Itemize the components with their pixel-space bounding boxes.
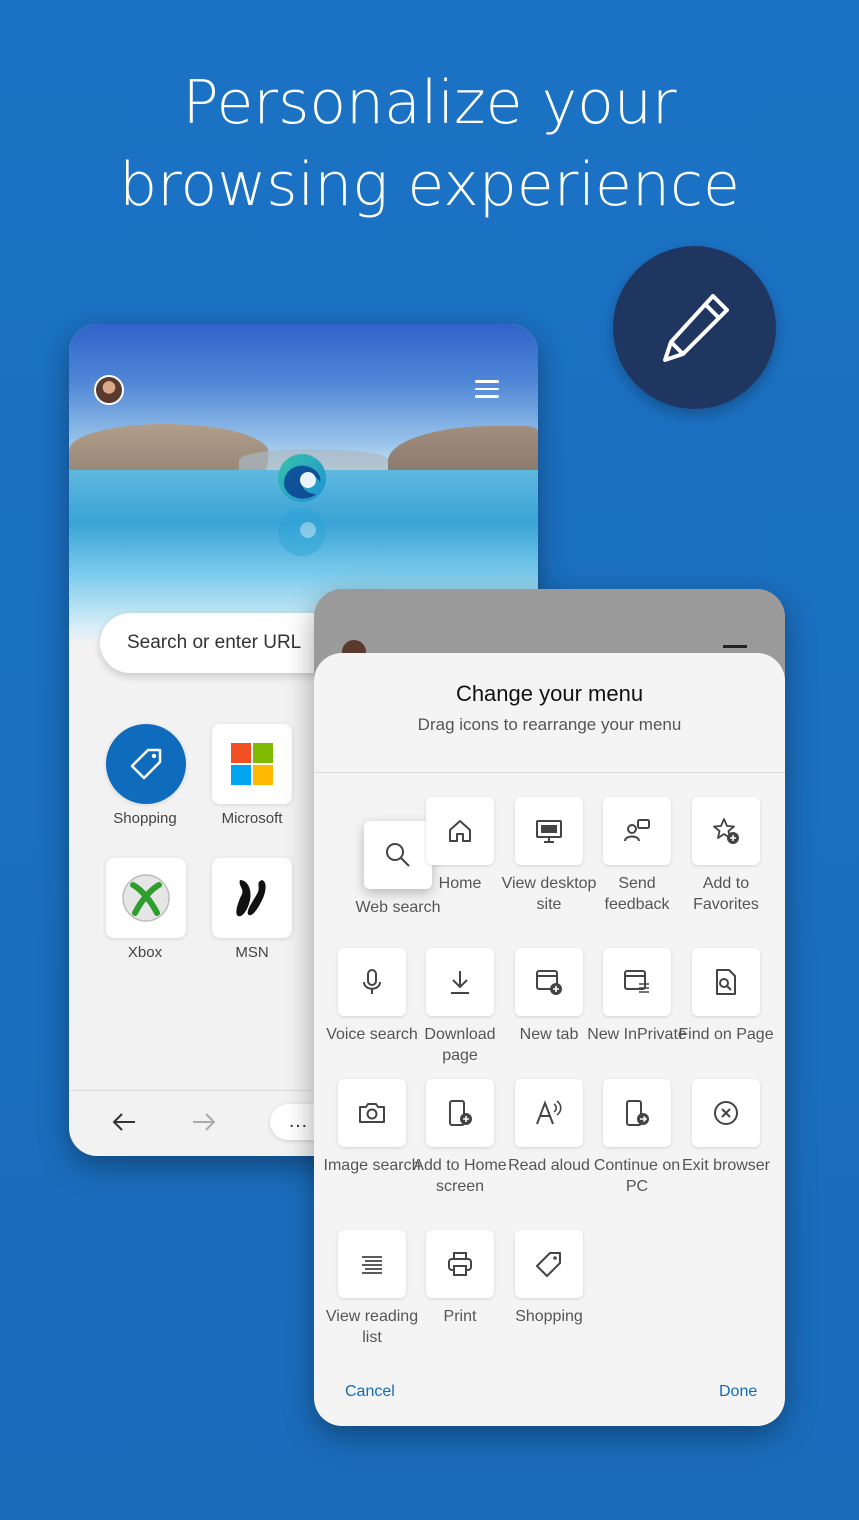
headline-line-1: Personalize your (182, 68, 677, 138)
home-icon (449, 820, 471, 842)
menu-item-new-tab[interactable]: New tab (499, 948, 599, 1045)
hill-right (388, 426, 538, 476)
tile-label: Microsoft (221, 810, 283, 827)
menu-item-label: Send feedback (604, 875, 670, 913)
menu-item-label: Add to Favorites (693, 875, 759, 913)
menu-item-new-inprivate[interactable]: New InPrivate (587, 948, 687, 1045)
tile-label: Xbox (127, 944, 163, 961)
camera-icon (359, 1103, 385, 1123)
microphone-icon (363, 969, 381, 994)
menu-item-label: New tab (519, 1026, 579, 1043)
menu-item-continue-on-pc[interactable]: Continue on PC (587, 1079, 687, 1197)
menu-item-voice-search[interactable]: Voice search (322, 948, 422, 1045)
menu-phone: Change your menu Drag icons to rearrange… (314, 589, 785, 1426)
cancel-button[interactable]: Cancel (345, 1383, 395, 1401)
microsoft-tile[interactable] (212, 724, 292, 804)
tag-icon (536, 1252, 561, 1277)
menu-item-add-to-home-screen[interactable]: Add to Home screen (410, 1079, 510, 1197)
menu-item-label: View reading list (325, 1308, 419, 1346)
desktop-icon (536, 820, 562, 843)
menu-item-label: Exit browser (681, 1157, 771, 1174)
done-button[interactable]: Done (719, 1383, 757, 1401)
avatar[interactable] (94, 375, 124, 405)
menu-item-find-on-page[interactable]: Find on Page (676, 948, 776, 1045)
sheet-subtitle: Drag icons to rearrange your menu (417, 715, 682, 734)
back-arrow-icon[interactable] (111, 1110, 137, 1134)
xbox-logo (122, 874, 170, 922)
microsoft-logo (231, 743, 273, 785)
download-icon (451, 971, 469, 994)
pencil-badge (613, 246, 776, 409)
menu-item-download-page[interactable]: Download page (410, 948, 510, 1066)
change-menu-sheet: Change your menu Drag icons to rearrange… (314, 653, 785, 1426)
menu-item-label: Image search (323, 1157, 421, 1174)
msn-logo (236, 880, 266, 917)
hamburger-menu-icon[interactable] (475, 380, 499, 400)
menu-item-view-desktop-site[interactable]: View desktop site (499, 797, 599, 915)
sheet-divider (314, 772, 785, 773)
headline-line-2: browsing experience (119, 150, 740, 220)
menu-item-exit-browser[interactable]: Exit browser (676, 1079, 776, 1176)
msn-tile[interactable] (212, 858, 292, 938)
pencil-icon (662, 293, 729, 362)
search-placeholder: Search or enter URL (127, 632, 302, 653)
menu-item-read-aloud[interactable]: Read aloud (499, 1079, 599, 1176)
add-phone-icon (449, 1100, 472, 1126)
headline: Personalize your browsing experience (0, 62, 859, 226)
menu-item-label: Shopping (515, 1308, 583, 1325)
tag-icon (130, 748, 162, 780)
menu-item-add-to-favorites[interactable]: Add to Favorites (676, 797, 776, 915)
menu-item-image-search[interactable]: Image search (322, 1079, 422, 1176)
more-label: … (288, 1110, 310, 1132)
xbox-tile[interactable] (106, 858, 186, 938)
print-icon (448, 1252, 472, 1276)
menu-item-print[interactable]: Print (410, 1230, 510, 1327)
read-aloud-icon (536, 1100, 562, 1125)
menu-item-label: Find on Page (678, 1026, 774, 1043)
menu-item-label: Print (443, 1308, 477, 1325)
menu-handle (723, 645, 747, 648)
search-icon (386, 843, 410, 867)
menu-item-view-reading-list[interactable]: View reading list (322, 1230, 422, 1348)
close-circle-icon (714, 1101, 738, 1125)
find-page-icon (716, 969, 736, 995)
menu-item-label: Add to Home screen (413, 1157, 507, 1195)
feedback-icon (624, 819, 650, 842)
menu-item-label: New InPrivate (587, 1026, 687, 1043)
menu-item-label: Web search (355, 899, 441, 916)
forward-arrow-icon[interactable] (191, 1110, 217, 1134)
menu-item-label: Continue on PC (593, 1157, 681, 1195)
tile-label: MSN (235, 944, 269, 961)
reading-list-icon (362, 1256, 382, 1274)
star-add-icon (713, 818, 739, 844)
menu-item-label: View desktop site (501, 875, 597, 913)
menu-item-home[interactable]: Home (410, 797, 510, 894)
menu-item-label: Download page (424, 1026, 496, 1064)
sheet-title: Change your menu (455, 681, 644, 706)
menu-item-shopping[interactable]: Shopping (499, 1230, 599, 1327)
menu-item-label: Voice search (326, 1026, 418, 1043)
menu-item-label: Home (438, 875, 482, 892)
edge-logo (278, 454, 326, 502)
new-tab-icon (536, 970, 562, 995)
edge-logo-reflection (278, 508, 326, 556)
menu-item-send-feedback[interactable]: Send feedback (587, 797, 687, 915)
inprivate-icon (624, 970, 649, 993)
tile-label: Shopping (113, 810, 177, 827)
shopping-tile[interactable] (106, 724, 186, 804)
continue-pc-icon (626, 1100, 649, 1126)
menu-item-label: Read aloud (508, 1157, 590, 1174)
